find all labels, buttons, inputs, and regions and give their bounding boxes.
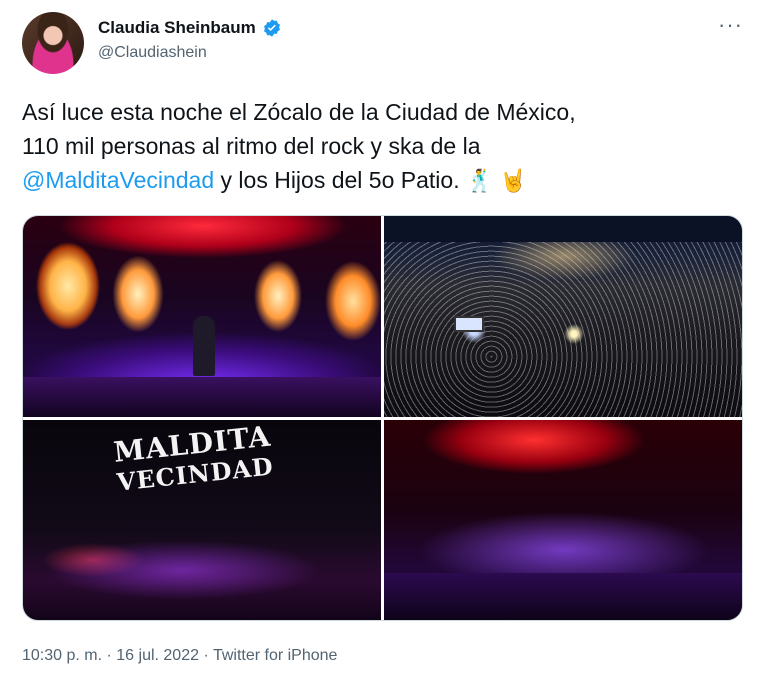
mention-link[interactable]: @MalditaVecindad [22,167,214,193]
photo-stage-red-lights[interactable] [384,420,742,620]
more-options-icon[interactable]: ··· [718,14,743,36]
rock-hand-emoji-icon: 🤘 [499,169,528,194]
tweet-footer: 10:30 p. m. · 16 jul. 2022 · Twitter for… [22,647,337,665]
tweet-text: Así luce esta noche el Zócalo de la Ciud… [22,95,752,199]
singer-silhouette [193,316,215,376]
night-sky [384,216,742,242]
tweet-line-3: y los Hijos del 5o Patio. [214,167,460,193]
photo-zocalo-crowd[interactable] [384,216,742,417]
author-row: Claudia Sheinbaum [98,18,282,38]
tweet: Claudia Sheinbaum @Claudiashein ··· Así … [0,0,768,688]
photo-concert-flames[interactable] [23,216,381,417]
display-name[interactable]: Claudia Sheinbaum [98,18,256,38]
dancer-emoji-icon: 🕺 [465,169,494,194]
stage-floor [384,573,742,620]
footer-separator: · [102,647,117,664]
footer-separator-2: · [199,647,213,664]
stage-shape [23,377,381,417]
avatar[interactable] [22,12,84,74]
tweet-line-2: 110 mil personas al ritmo del rock y ska… [22,133,481,159]
tweet-line-1: Así luce esta noche el Zócalo de la Ciud… [22,99,576,125]
photo-band-logo[interactable]: MALDITA VECINDAD [23,420,381,620]
verified-badge-icon [263,19,280,37]
tweet-date[interactable]: 16 jul. 2022 [116,647,199,664]
maldita-vecindad-logo: MALDITA VECINDAD [112,420,275,497]
handle[interactable]: @Claudiashein [98,44,207,62]
video-screen [454,316,484,332]
tweet-time[interactable]: 10:30 p. m. [22,647,102,664]
tweet-source[interactable]: Twitter for iPhone [213,647,338,664]
media-grid: MALDITA VECINDAD [22,215,743,621]
